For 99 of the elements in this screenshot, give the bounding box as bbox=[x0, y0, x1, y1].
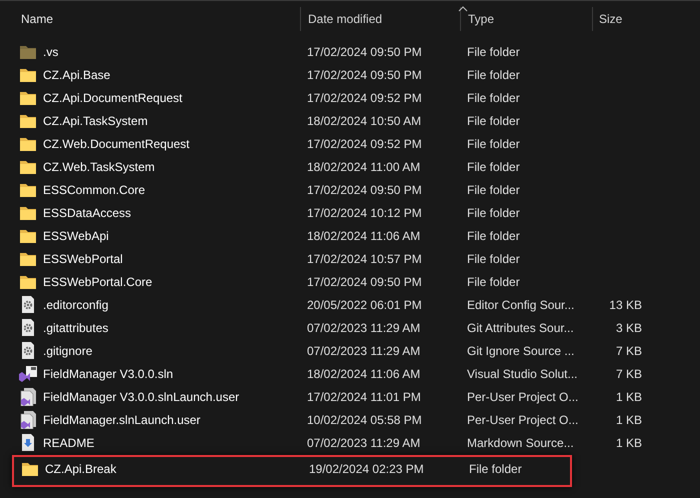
gear-document-icon bbox=[21, 319, 35, 336]
folder-icon bbox=[20, 182, 36, 196]
project-user-file-icon bbox=[20, 410, 36, 428]
file-row[interactable]: ESSWebPortal.Core 17/02/2024 09:50 PM File folder bbox=[12, 271, 572, 294]
highlighted-file-row[interactable]: CZ.Api.Break 19/02/2024 02:23 PM File folder bbox=[12, 455, 572, 487]
gear-document-icon bbox=[21, 342, 35, 359]
file-name: FieldManager V3.0.0.slnLaunch.user bbox=[43, 388, 240, 406]
file-type: File folder bbox=[467, 66, 520, 84]
file-name: .editorconfig bbox=[43, 296, 108, 314]
date-modified: 17/02/2024 11:01 PM bbox=[307, 388, 421, 406]
file-type: Per-User Project O... bbox=[467, 388, 578, 406]
file-name: CZ.Web.DocumentRequest bbox=[43, 136, 190, 152]
file-row[interactable]: CZ.Web.DocumentRequest 17/02/2024 09:52 PM File folder bbox=[12, 133, 572, 156]
file-size: 1 KB bbox=[616, 412, 642, 428]
file-name: CZ.Api.Break bbox=[45, 460, 116, 478]
folder-icon bbox=[20, 68, 36, 82]
column-header[interactable]: Name bbox=[21, 10, 54, 28]
file-size: 1 KB bbox=[616, 434, 642, 452]
folder-icon bbox=[20, 274, 36, 288]
file-name: CZ.Api.DocumentRequest bbox=[43, 90, 182, 106]
date-modified: 20/05/2022 06:01 PM bbox=[307, 296, 422, 314]
date-modified: 17/02/2024 09:52 PM bbox=[307, 136, 422, 152]
folder-icon bbox=[20, 206, 36, 220]
date-modified: 18/02/2024 10:50 AM bbox=[307, 112, 422, 130]
file-name: CZ.Api.Base bbox=[43, 66, 110, 84]
file-row[interactable]: CZ.Api.Base 17/02/2024 09:50 PM File folder bbox=[12, 64, 572, 87]
file-row[interactable]: ESSCommon.Core 17/02/2024 09:50 PM File folder bbox=[12, 179, 572, 202]
date-modified: 17/02/2024 09:50 PM bbox=[307, 182, 422, 198]
folder-icon bbox=[20, 228, 36, 242]
file-name: ESSCommon.Core bbox=[43, 182, 146, 198]
folder-icon bbox=[22, 462, 38, 476]
file-type: File folder bbox=[467, 182, 520, 198]
file-name: FieldManager V3.0.0.sln bbox=[43, 366, 174, 382]
file-type: Editor Config Sour... bbox=[467, 296, 574, 314]
file-row[interactable]: CZ.Web.TaskSystem 18/02/2024 11:00 AM File folder bbox=[12, 156, 572, 179]
file-name: ESSDataAccess bbox=[43, 204, 132, 222]
file-type: Git Ignore Source ... bbox=[467, 342, 574, 360]
gear-document-icon bbox=[21, 296, 35, 313]
folder-icon bbox=[20, 114, 36, 128]
date-modified: 17/02/2024 09:50 PM bbox=[307, 44, 422, 60]
file-name: README bbox=[43, 434, 94, 452]
file-size: 7 KB bbox=[616, 342, 642, 360]
file-name: FieldManager.slnLaunch.user bbox=[43, 412, 200, 428]
date-modified: 17/02/2024 10:12 PM bbox=[307, 204, 422, 222]
folder-icon bbox=[20, 160, 36, 174]
file-type: File folder bbox=[467, 158, 520, 176]
date-modified: 17/02/2024 09:50 PM bbox=[307, 274, 422, 290]
column-header[interactable]: Type bbox=[468, 10, 494, 28]
date-modified: 19/02/2024 02:23 PM bbox=[309, 460, 424, 478]
solution-file-icon bbox=[19, 365, 37, 382]
file-type: File folder bbox=[467, 44, 520, 60]
folder-icon bbox=[20, 252, 36, 266]
date-modified: 18/02/2024 11:06 AM bbox=[307, 228, 420, 244]
file-row[interactable]: CZ.Api.DocumentRequest 17/02/2024 09:52 PM File folder bbox=[12, 87, 572, 110]
date-modified: 07/02/2023 11:29 AM bbox=[307, 434, 420, 452]
folder-icon bbox=[20, 90, 36, 104]
file-name: ESSWebPortal bbox=[43, 250, 123, 268]
file-type: Visual Studio Solut... bbox=[467, 366, 578, 382]
column-header[interactable]: Size bbox=[599, 10, 622, 28]
project-user-file-icon bbox=[20, 388, 36, 406]
file-type: Markdown Source... bbox=[467, 434, 574, 452]
file-name: .vs bbox=[43, 44, 58, 60]
file-name: ESSWebApi bbox=[43, 228, 109, 244]
folder-icon bbox=[20, 44, 36, 58]
file-type: File folder bbox=[467, 90, 520, 106]
folder-icon bbox=[20, 136, 36, 150]
file-size: 7 KB bbox=[616, 366, 642, 382]
file-name: CZ.Web.TaskSystem bbox=[43, 158, 155, 176]
date-modified: 07/02/2023 11:29 AM bbox=[307, 342, 420, 360]
file-type: Per-User Project O... bbox=[467, 412, 578, 428]
file-name: ESSWebPortal.Core bbox=[43, 274, 152, 290]
file-name: .gitattributes bbox=[43, 320, 108, 336]
date-modified: 18/02/2024 11:06 AM bbox=[307, 366, 420, 382]
file-type: File folder bbox=[467, 228, 520, 244]
file-row[interactable]: ESSWebApi 18/02/2024 11:06 AM File folder bbox=[12, 225, 572, 248]
file-type: File folder bbox=[467, 250, 520, 268]
file-type: File folder bbox=[469, 460, 522, 478]
file-type: File folder bbox=[467, 112, 520, 130]
file-size: 13 KB bbox=[609, 296, 642, 314]
date-modified: 17/02/2024 09:50 PM bbox=[307, 66, 422, 84]
file-row[interactable]: CZ.Api.TaskSystem 18/02/2024 10:50 AM File folder bbox=[12, 110, 572, 133]
markdown-file-icon bbox=[21, 434, 35, 451]
date-modified: 07/02/2023 11:29 AM bbox=[307, 320, 420, 336]
file-type: Git Attributes Sour... bbox=[467, 320, 574, 336]
date-modified: 17/02/2024 09:52 PM bbox=[307, 90, 422, 106]
file-row[interactable]: ESSDataAccess 17/02/2024 10:12 PM File folder bbox=[12, 202, 572, 225]
file-row[interactable]: ESSWebPortal 17/02/2024 10:57 PM File folder bbox=[12, 248, 572, 271]
file-name: .gitignore bbox=[43, 342, 92, 360]
date-modified: 17/02/2024 10:57 PM bbox=[307, 250, 422, 268]
file-size: 3 KB bbox=[616, 320, 642, 336]
date-modified: 10/02/2024 05:58 PM bbox=[307, 412, 422, 428]
file-name: CZ.Api.TaskSystem bbox=[43, 112, 148, 130]
file-row[interactable]: .vs 17/02/2024 09:50 PM File folder bbox=[12, 41, 572, 64]
file-type: File folder bbox=[467, 204, 520, 222]
column-header[interactable]: Date modified bbox=[308, 10, 382, 28]
file-size: 1 KB bbox=[616, 388, 642, 406]
file-type: File folder bbox=[467, 274, 520, 290]
date-modified: 18/02/2024 11:00 AM bbox=[307, 158, 420, 176]
file-type: File folder bbox=[467, 136, 520, 152]
